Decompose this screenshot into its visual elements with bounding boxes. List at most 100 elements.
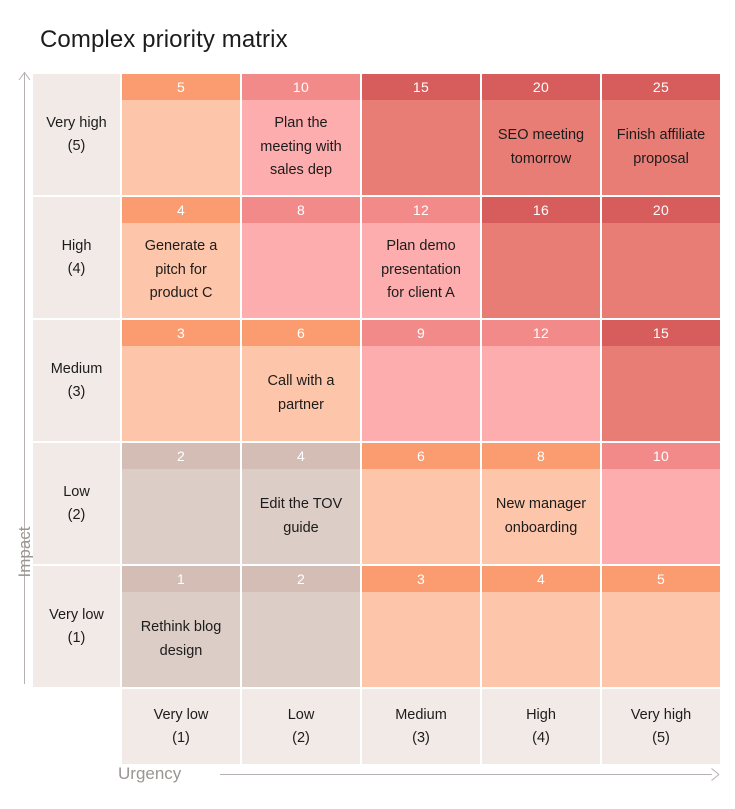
cell-score: 10 <box>602 443 720 469</box>
matrix-cell[interactable]: 8 <box>242 197 360 318</box>
column-label-name: Very high <box>630 707 692 724</box>
cell-task <box>482 592 600 687</box>
matrix-cell[interactable]: 6 Call with a partner <box>242 320 360 441</box>
cell-task <box>122 100 240 195</box>
cell-task <box>602 346 720 441</box>
column-label-name: Very low <box>153 707 209 724</box>
cell-score: 2 <box>122 443 240 469</box>
cell-task <box>242 592 360 687</box>
cell-task <box>482 346 600 441</box>
cell-task: Plan demo presentation for client A <box>362 223 480 318</box>
cell-task: Generate a pitch for product C <box>122 223 240 318</box>
column-label-very-high: Very high (5) <box>602 689 720 764</box>
matrix-cell[interactable]: 3 <box>362 566 480 687</box>
matrix-cell[interactable]: 3 <box>122 320 240 441</box>
cell-task <box>362 592 480 687</box>
cell-task <box>602 469 720 564</box>
cell-task: Finish affiliate proposal <box>602 100 720 195</box>
matrix-cell[interactable]: 5 <box>122 74 240 195</box>
column-label-value: (5) <box>652 729 670 746</box>
page-title: Complex priority matrix <box>40 26 288 53</box>
row-label-value: (3) <box>67 383 86 400</box>
arrow-right-icon <box>711 768 720 781</box>
column-label-value: (4) <box>532 729 550 746</box>
matrix-cell[interactable]: 15 <box>362 74 480 195</box>
cell-score: 9 <box>362 320 480 346</box>
row-label-low: Low (2) <box>33 443 120 564</box>
cell-task <box>122 469 240 564</box>
row-label-name: Very low <box>49 607 104 624</box>
arrow-up-icon <box>18 72 31 81</box>
cell-task <box>602 223 720 318</box>
matrix-cell[interactable]: 2 <box>242 566 360 687</box>
row-label-value: (2) <box>67 506 86 523</box>
cell-score: 20 <box>602 197 720 223</box>
matrix-cell[interactable]: 10 <box>602 443 720 564</box>
row-label-name: Low <box>63 484 90 501</box>
cell-task <box>482 223 600 318</box>
cell-task: Edit the TOV guide <box>242 469 360 564</box>
column-label-medium: Medium (3) <box>362 689 480 764</box>
matrix-cell[interactable]: 20 <box>602 197 720 318</box>
column-label-name: Medium <box>395 707 447 724</box>
cell-score: 5 <box>122 74 240 100</box>
cell-task <box>242 223 360 318</box>
column-label-value: (2) <box>292 729 310 746</box>
matrix-cell[interactable]: 20 SEO meeting tomorrow <box>482 74 600 195</box>
urgency-axis: Urgency <box>118 762 720 792</box>
cell-score: 6 <box>242 320 360 346</box>
matrix-cell[interactable]: 15 <box>602 320 720 441</box>
cell-score: 4 <box>482 566 600 592</box>
cell-task: Call with a partner <box>242 346 360 441</box>
matrix-cell[interactable]: 4 Generate a pitch for product C <box>122 197 240 318</box>
matrix-cell[interactable]: 16 <box>482 197 600 318</box>
matrix-cell[interactable]: 25 Finish affiliate proposal <box>602 74 720 195</box>
matrix-cell[interactable]: 12 <box>482 320 600 441</box>
cell-task: SEO meeting tomorrow <box>482 100 600 195</box>
cell-score: 20 <box>482 74 600 100</box>
urgency-axis-label: Urgency <box>118 764 182 783</box>
row-label-very-high: Very high (5) <box>33 74 120 195</box>
row-label-name: High <box>61 238 92 255</box>
cell-score: 15 <box>602 320 720 346</box>
impact-axis-label: Impact <box>15 526 34 578</box>
cell-score: 12 <box>362 197 480 223</box>
matrix-cell[interactable]: 12 Plan demo presentation for client A <box>362 197 480 318</box>
cell-score: 25 <box>602 74 720 100</box>
column-label-name: High <box>526 707 556 724</box>
cell-task <box>362 100 480 195</box>
matrix-cell[interactable]: 8 New manager onboarding <box>482 443 600 564</box>
cell-score: 12 <box>482 320 600 346</box>
cell-score: 3 <box>362 566 480 592</box>
column-label-low: Low (2) <box>242 689 360 764</box>
row-label-value: (5) <box>67 137 86 154</box>
row-label-very-low: Very low (1) <box>33 566 120 687</box>
matrix-cell[interactable]: 4 <box>482 566 600 687</box>
row-label-value: (1) <box>67 629 86 646</box>
cell-score: 3 <box>122 320 240 346</box>
matrix-cell[interactable]: 1 Rethink blog design <box>122 566 240 687</box>
matrix-cell[interactable]: 10 Plan the meeting with sales dep <box>242 74 360 195</box>
matrix-cell[interactable]: 4 Edit the TOV guide <box>242 443 360 564</box>
cell-task: Rethink blog design <box>122 592 240 687</box>
cell-task <box>602 592 720 687</box>
column-label-very-low: Very low (1) <box>122 689 240 764</box>
cell-task: New manager onboarding <box>482 469 600 564</box>
matrix-cell[interactable]: 2 <box>122 443 240 564</box>
cell-score: 4 <box>242 443 360 469</box>
row-label-name: Very high <box>46 115 107 132</box>
priority-matrix-page: Complex priority matrix Impact Very high… <box>0 0 735 809</box>
cell-score: 10 <box>242 74 360 100</box>
column-label-high: High (4) <box>482 689 600 764</box>
column-label-value: (3) <box>412 729 430 746</box>
matrix-cell[interactable]: 6 <box>362 443 480 564</box>
cell-score: 4 <box>122 197 240 223</box>
cell-score: 8 <box>482 443 600 469</box>
cell-task <box>122 346 240 441</box>
cell-score: 5 <box>602 566 720 592</box>
matrix-cell[interactable]: 5 <box>602 566 720 687</box>
cell-score: 6 <box>362 443 480 469</box>
matrix-cell[interactable]: 9 <box>362 320 480 441</box>
column-label-name: Low <box>287 707 315 724</box>
row-label-high: High (4) <box>33 197 120 318</box>
